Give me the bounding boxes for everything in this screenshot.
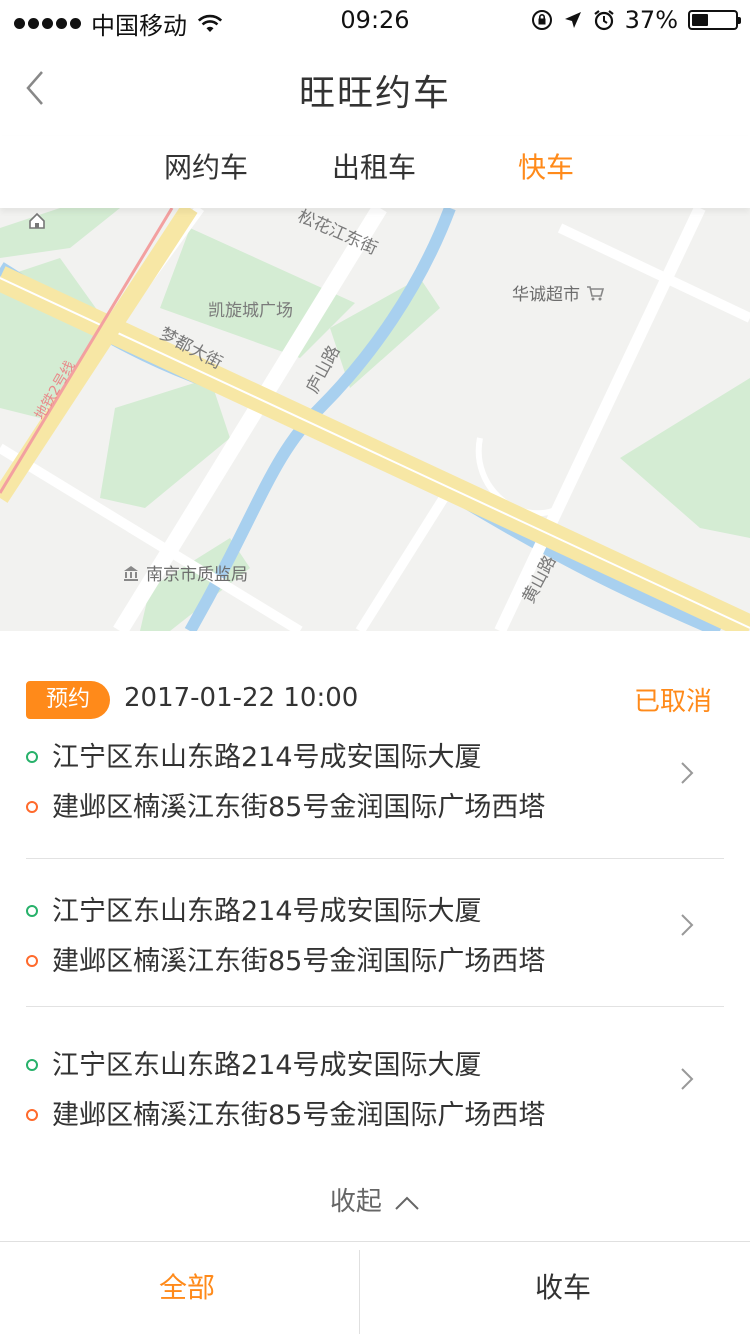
route-from: 江宁区东山东路214号成安国际大厦 [52, 896, 482, 927]
chevron-up-icon [395, 1196, 419, 1210]
battery-percent: 37% [624, 6, 678, 34]
route-item[interactable]: 江宁区东山东路214号成安国际大厦 建邺区楠溪江东街85号金润国际广场西塔 [26, 1043, 724, 1139]
map-label-huacheng: 华诚超市 [512, 285, 580, 305]
alarm-icon [593, 10, 614, 31]
chevron-right-icon [681, 914, 694, 936]
status-right: 37% [531, 6, 741, 34]
page-title: 旺旺约车 [298, 73, 451, 114]
map-label-zhijian: 南京市质监局 [146, 565, 248, 585]
order-datetime: 2017-01-22 10:00 [124, 683, 359, 713]
start-dot-icon [26, 751, 38, 763]
start-dot-icon [26, 905, 38, 917]
tab-bar: 网约车 出租车 快车 [0, 136, 750, 208]
rotation-lock-icon [531, 10, 552, 30]
end-dot-icon [26, 955, 38, 967]
tab-taxi[interactable]: 出租车 [332, 146, 416, 186]
route-to: 建邺区楠溪江东街85号金润国际广场西塔 [52, 792, 546, 823]
route-from: 江宁区东山东路214号成安国际大厦 [52, 742, 482, 773]
start-dot-icon [26, 1059, 38, 1071]
tab-ride-hailing[interactable]: 网约车 [164, 146, 248, 186]
route-to: 建邺区楠溪江东街85号金润国际广场西塔 [52, 1100, 546, 1131]
route-item[interactable]: 江宁区东山东路214号成安国际大厦 建邺区楠溪江东街85号金润国际广场西塔 [26, 889, 724, 985]
status-bar: 中国移动 09:26 37% [0, 0, 750, 40]
route-from: 江宁区东山东路214号成安国际大厦 [52, 1050, 482, 1081]
chevron-right-icon [681, 1068, 694, 1090]
collapse-button[interactable]: 收起 [0, 1181, 750, 1218]
end-dot-icon [26, 1109, 38, 1121]
tab-express[interactable]: 快车 [518, 146, 574, 186]
chevron-right-icon [681, 762, 694, 784]
cart-icon [587, 285, 604, 300]
divider [26, 858, 724, 859]
battery-icon [688, 10, 741, 30]
location-arrow-icon [564, 12, 581, 28]
route-item[interactable]: 江宁区东山东路214号成安国际大厦 建邺区楠溪江东街85号金润国际广场西塔 [26, 735, 724, 831]
order-card: 预约 2017-01-22 10:00 已取消 江宁区东山东路214号成安国际大… [0, 631, 750, 1241]
map-poi-huacheng[interactable]: 华诚超市 [512, 280, 604, 305]
map-label-kaixuan: 凯旋城广场 [208, 301, 293, 321]
map-poi-zhijian[interactable]: 南京市质监局 [122, 560, 248, 585]
end-dot-icon [26, 801, 38, 813]
order-status: 已取消 [633, 687, 712, 717]
route-to: 建邺区楠溪江东街85号金润国际广场西塔 [52, 946, 546, 977]
collapse-label: 收起 [329, 1187, 382, 1217]
home-icon [29, 212, 45, 229]
battery-fill [692, 14, 708, 26]
bottom-bar: 全部 收车 [0, 1241, 750, 1334]
bottom-divider [359, 1250, 360, 1334]
map-canvas [0, 208, 750, 631]
nav-bar: 旺旺约车 [0, 40, 750, 136]
all-button[interactable]: 全部 [0, 1242, 374, 1334]
government-icon [124, 565, 138, 581]
map-view[interactable]: 松花江东街 凯旋城广场 华诚超市 梦都大街 庐山路 地铁2号线 南京市质监局 黄… [0, 208, 750, 631]
divider [26, 1006, 724, 1007]
end-shift-button[interactable]: 收车 [376, 1242, 750, 1334]
order-header: 预约 2017-01-22 10:00 已取消 [26, 679, 726, 719]
reservation-badge: 预约 [26, 681, 110, 719]
